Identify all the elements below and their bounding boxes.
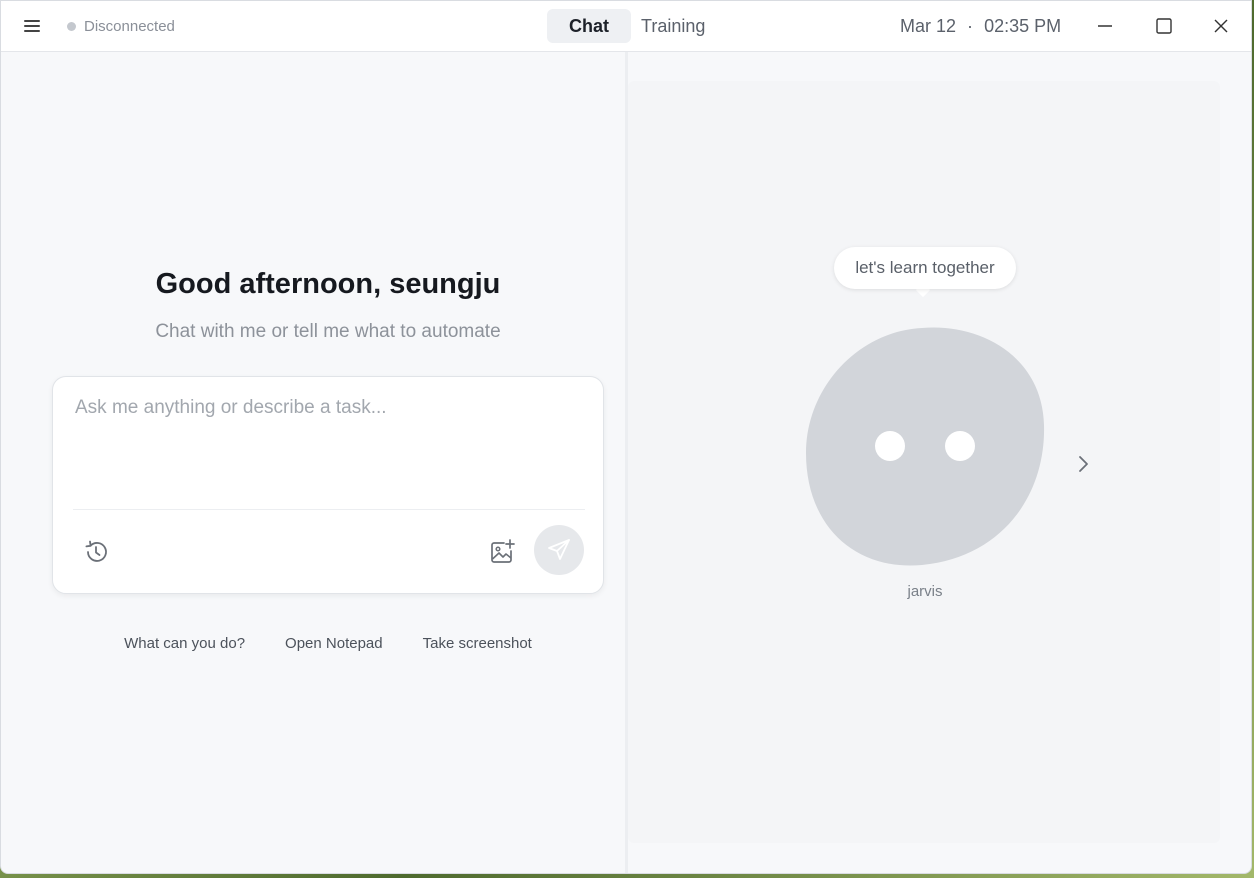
companion-avatar[interactable]	[804, 325, 1048, 569]
image-add-icon[interactable]	[487, 537, 517, 567]
close-icon[interactable]	[1207, 13, 1235, 39]
app-window: Disconnected Chat Training Mar 12 · 02:3…	[0, 0, 1252, 874]
status-dot	[67, 22, 76, 31]
chat-input[interactable]	[73, 395, 587, 509]
chevron-right-icon[interactable]	[1072, 449, 1096, 479]
suggestion-take-screenshot[interactable]: Take screenshot	[423, 635, 532, 652]
suggestion-what-can-you-do[interactable]: What can you do?	[124, 635, 245, 652]
greeting-subtitle: Chat with me or tell me what to automate	[155, 321, 501, 342]
send-icon	[548, 539, 570, 560]
title-bar: Disconnected Chat Training Mar 12 · 02:3…	[1, 1, 1251, 52]
status-text: Disconnected	[84, 18, 175, 35]
input-divider	[73, 509, 585, 510]
avatar-right-eye	[945, 431, 975, 461]
date-separator: ·	[967, 16, 974, 36]
menu-icon[interactable]	[21, 15, 43, 37]
suggestion-open-notepad[interactable]: Open Notepad	[285, 635, 383, 652]
tab-training[interactable]: Training	[637, 9, 709, 43]
speech-bubble: let's learn together	[834, 247, 1016, 289]
time-text: 02:35 PM	[984, 16, 1062, 36]
greeting-heading: Good afternoon, seungju	[155, 268, 501, 300]
minimize-icon[interactable]	[1091, 13, 1119, 39]
avatar-left-eye	[875, 431, 905, 461]
chat-input-card	[52, 376, 604, 594]
maximize-icon[interactable]	[1149, 13, 1177, 39]
companion-name: jarvis	[907, 583, 943, 600]
history-icon[interactable]	[81, 537, 111, 567]
mode-tabs: Chat Training	[547, 9, 709, 43]
date-text: Mar 12	[900, 16, 957, 36]
suggestion-list: What can you do? Open Notepad Take scree…	[1, 635, 655, 652]
companion-pane: let's learn together jarvis	[628, 81, 1220, 843]
tab-chat[interactable]: Chat	[547, 9, 631, 43]
connection-status: Disconnected	[67, 18, 175, 35]
send-button[interactable]	[534, 525, 584, 575]
chat-pane: Good afternoon, seungju Chat with me or …	[1, 52, 625, 873]
date-time: Mar 12 · 02:35 PM	[900, 16, 1061, 37]
